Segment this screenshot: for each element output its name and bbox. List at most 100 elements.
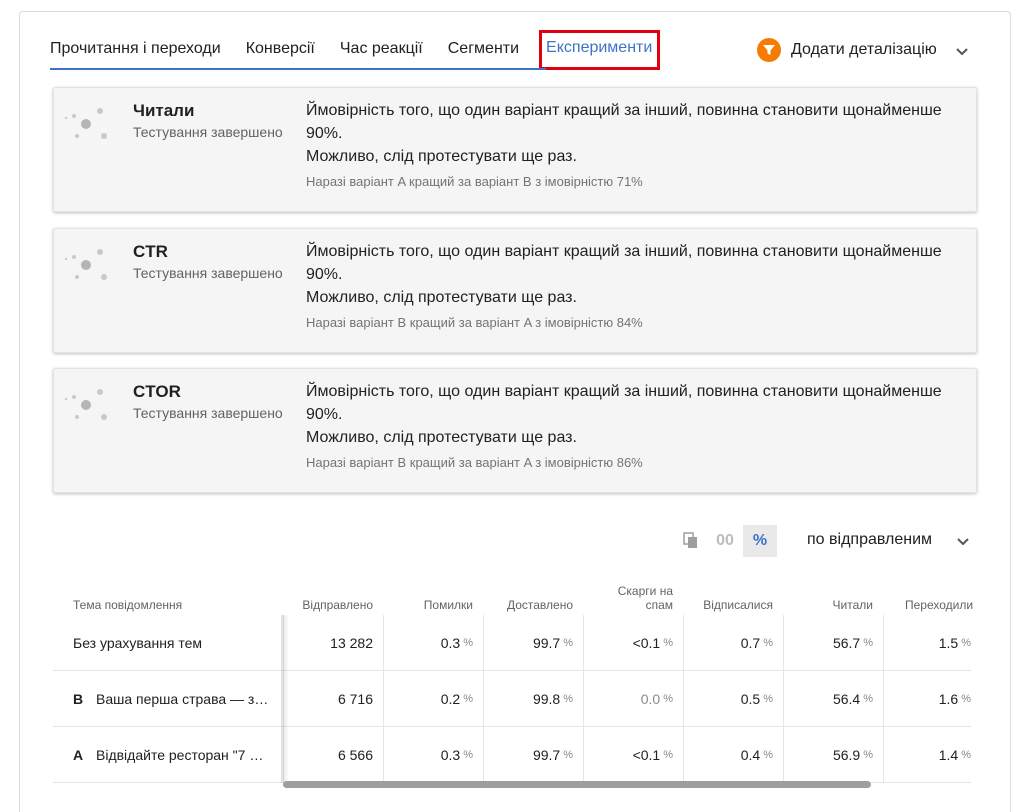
- loading-dots-icon: [64, 389, 107, 420]
- copy-icon[interactable]: [682, 532, 700, 550]
- unit-label: %: [463, 637, 473, 649]
- card-status: Тестування завершено: [133, 124, 283, 140]
- cell-value: 0.7: [740, 635, 761, 651]
- add-detail-chevron-down-icon[interactable]: [950, 40, 974, 64]
- unit-label: %: [961, 693, 971, 705]
- cell-value: 1.6: [938, 691, 959, 707]
- unit-label: %: [763, 637, 773, 649]
- funnel-icon: [757, 38, 781, 62]
- cell-delivered: 99.7%: [483, 727, 583, 783]
- cell-clicked: 1.6%: [883, 671, 971, 727]
- card-message-line: Можливо, слід протестувати ще раз.: [306, 148, 577, 165]
- column-header-unsubscribed[interactable]: Відписалися: [683, 574, 773, 615]
- card-note: Наразі варіант B кращий за варіант A з і…: [306, 315, 643, 330]
- card-note: Наразі варіант A кращий за варіант B з і…: [306, 174, 643, 189]
- column-header-read[interactable]: Читали: [783, 574, 873, 615]
- card-message: Ймовірність того, що один варіант кращий…: [306, 240, 966, 309]
- cell-sent: 6 716: [283, 671, 383, 727]
- row-subject: B Ваша перша страва — з…: [73, 671, 268, 727]
- column-header-errors[interactable]: Помилки: [383, 574, 473, 615]
- unit-label: %: [763, 749, 773, 761]
- cell-value: 0.0: [640, 691, 661, 707]
- absolute-values-toggle[interactable]: 00: [708, 525, 742, 557]
- tab-reads-clicks[interactable]: Прочитання і переходи: [50, 30, 221, 70]
- card-message: Ймовірність того, що один варіант кращий…: [306, 380, 966, 449]
- variant-label: B: [73, 691, 84, 707]
- row-subject-text: Ваша перша страва — з…: [96, 691, 269, 707]
- add-detail-button[interactable]: Додати деталізацію: [757, 38, 937, 62]
- cell-value: 0.5: [740, 691, 761, 707]
- message-stats-table: Тема повідомлення Відправлено Помилки До…: [53, 574, 973, 783]
- percent-values-toggle[interactable]: %: [743, 525, 777, 557]
- cell-value: 0.3: [440, 747, 461, 763]
- unit-label: %: [663, 693, 673, 705]
- column-header-subject[interactable]: Тема повідомлення: [73, 574, 273, 615]
- unit-label: %: [663, 749, 673, 761]
- card-message-line: Ймовірність того, що один варіант кращий…: [306, 102, 942, 142]
- tabs-underline: [50, 68, 546, 70]
- cell-read: 56.9%: [783, 727, 883, 783]
- cell-read: 56.4%: [783, 671, 883, 727]
- table-row[interactable]: B Ваша перша страва — з… 6 716 0.2% 99.8%…: [53, 671, 971, 727]
- loading-dots-icon: [64, 249, 107, 280]
- cell-sent: 13 282: [283, 615, 383, 671]
- table-row[interactable]: A Відвідайте ресторан "7 … 6 566 0.3% 99.…: [53, 727, 971, 783]
- table-row[interactable]: Без урахування тем 13 282 0.3% 99.7% <0.…: [53, 615, 971, 671]
- cell-unsubscribed: 0.5%: [683, 671, 783, 727]
- cell-errors: 0.2%: [383, 671, 483, 727]
- row-subject-text: Без урахування тем: [73, 635, 203, 651]
- basis-chevron-down-icon[interactable]: [951, 530, 975, 554]
- unit-label: %: [863, 749, 873, 761]
- cell-value: <0.1: [632, 747, 661, 763]
- cell-value: 99.7: [532, 635, 561, 651]
- experiment-card-ctr: CTR Тестування завершено Ймовірність тог…: [53, 228, 977, 353]
- cell-errors: 0.3%: [383, 615, 483, 671]
- card-message: Ймовірність того, що один варіант кращий…: [306, 99, 966, 168]
- cell-value: 56.4: [832, 691, 861, 707]
- tab-segments[interactable]: Сегменти: [448, 30, 519, 70]
- tab-reaction-time[interactable]: Час реакції: [340, 30, 423, 70]
- experiment-card-reads: Читали Тестування завершено Ймовірність …: [53, 87, 977, 212]
- column-header-sent[interactable]: Відправлено: [283, 574, 373, 615]
- unit-label: %: [863, 693, 873, 705]
- cell-sent-value: 6 716: [337, 691, 373, 707]
- unit-label: %: [463, 693, 473, 705]
- add-detail-label: Додати деталізацію: [791, 41, 937, 58]
- table-header: Тема повідомлення Відправлено Помилки До…: [53, 574, 973, 615]
- card-title: Читали: [133, 101, 195, 120]
- cell-value: 0.3: [440, 635, 461, 651]
- column-header-clicked[interactable]: Переходили: [883, 574, 973, 615]
- row-subject: Без урахування тем: [73, 615, 202, 671]
- basis-select[interactable]: по відправленим: [807, 531, 932, 549]
- column-header-spam[interactable]: Скарги на спам: [593, 574, 673, 615]
- cell-spam: <0.1%: [583, 615, 683, 671]
- cell-value: 0.2: [440, 691, 461, 707]
- cell-read: 56.7%: [783, 615, 883, 671]
- frozen-column-shadow: [281, 615, 289, 783]
- tab-conversions[interactable]: Конверсії: [246, 30, 315, 70]
- card-status: Тестування завершено: [133, 265, 283, 281]
- unit-label: %: [563, 637, 573, 649]
- card-message-line: Можливо, слід протестувати ще раз.: [306, 289, 577, 306]
- unit-label: %: [763, 693, 773, 705]
- loading-dots-icon: [64, 108, 107, 139]
- table-horizontal-scrollbar[interactable]: [283, 781, 871, 788]
- cell-unsubscribed: 0.4%: [683, 727, 783, 783]
- row-subject-text: Відвідайте ресторан "7 …: [96, 747, 264, 763]
- cell-spam: <0.1%: [583, 727, 683, 783]
- tab-experiments[interactable]: Експерименти: [539, 30, 661, 70]
- cell-clicked: 1.5%: [883, 615, 971, 671]
- row-subject: A Відвідайте ресторан "7 …: [73, 727, 263, 783]
- unit-label: %: [463, 749, 473, 761]
- column-header-delivered[interactable]: Доставлено: [483, 574, 573, 615]
- cell-errors: 0.3%: [383, 727, 483, 783]
- cell-spam: 0.0%: [583, 671, 683, 727]
- card-message-line: Можливо, слід протестувати ще раз.: [306, 429, 577, 446]
- card-message-line: Ймовірність того, що один варіант кращий…: [306, 243, 942, 283]
- report-tabs: Прочитання і переходи Конверсії Час реак…: [50, 30, 685, 70]
- unit-label: %: [563, 749, 573, 761]
- experiment-card-ctor: CTOR Тестування завершено Ймовірність то…: [53, 368, 977, 493]
- cell-value: 99.7: [532, 747, 561, 763]
- card-title: CTOR: [133, 382, 181, 401]
- unit-label: %: [563, 693, 573, 705]
